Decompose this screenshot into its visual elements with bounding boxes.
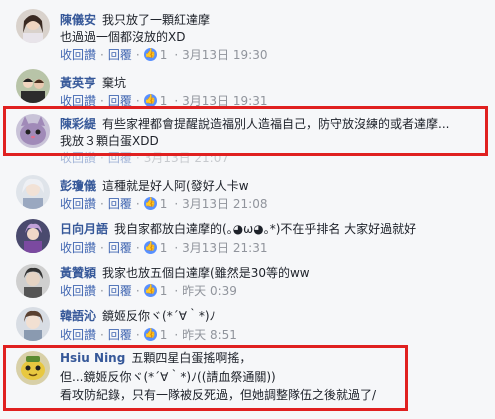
- author-name[interactable]: 陳彩緹: [60, 117, 96, 131]
- like-count[interactable]: 1: [160, 284, 168, 298]
- author-name[interactable]: 陳儀安: [60, 13, 96, 27]
- like-count[interactable]: 1: [160, 48, 168, 62]
- comment: 黃贊穎我家也放五個白達摩(雖然是30等的ww 收回讚·回覆·1·昨天 0:39: [0, 260, 495, 305]
- like-icon: [143, 46, 157, 62]
- author-name[interactable]: Hsiu Ning: [60, 351, 125, 365]
- comment-text: 黃贊穎 我家也放五個白達摩(雖然是30等的ww: [60, 266, 310, 280]
- timestamp[interactable]: 昨天 0:39: [182, 284, 237, 298]
- avatar[interactable]: [16, 264, 50, 298]
- avatar[interactable]: [16, 9, 50, 43]
- comment-text: 黃英亨 棄坑: [60, 76, 127, 90]
- timestamp[interactable]: 3月13日 19:30: [182, 48, 267, 62]
- author-name[interactable]: 黃英亨: [60, 76, 96, 90]
- like-count[interactable]: 1: [160, 197, 168, 211]
- avatar[interactable]: [16, 175, 50, 209]
- author-name[interactable]: 韓語沁: [60, 309, 96, 323]
- unlike-link[interactable]: 收回讚: [60, 328, 96, 342]
- comment: 陳彩緹 有些家裡都會提醒說造福別人造福自己，防守放沒練的或者達摩... 我放３顆白…: [0, 107, 495, 167]
- reply-link[interactable]: 回覆: [108, 151, 132, 165]
- timestamp[interactable]: 昨天 8:51: [182, 328, 237, 342]
- like-icon: [143, 92, 157, 108]
- comment-text: 韓語沁 鏡姬反你ヾ(*´∀｀*)ﾉ: [60, 309, 216, 323]
- comment-text: 陳儀安 我只放了一顆紅達摩: [60, 13, 211, 27]
- comment: 韓語沁鏡姬反你ヾ(*´∀｀*)ﾉ 收回讚·回覆·1·昨天 8:51: [0, 303, 495, 343]
- like-count[interactable]: 1: [160, 328, 168, 342]
- like-icon: [143, 195, 157, 211]
- reply-link[interactable]: 回覆: [108, 328, 132, 342]
- comment-text-line: 也過過一個都沒放的XD: [60, 30, 186, 44]
- comment-text-line: 看攻防紀錄，只有一隊被反死過，但她調整隊伍之後就過了/: [60, 388, 377, 402]
- reply-link[interactable]: 回覆: [108, 241, 132, 255]
- unlike-link[interactable]: 收回讚: [60, 48, 96, 62]
- unlike-link[interactable]: 收回讚: [60, 151, 96, 165]
- author-name[interactable]: 黃贊穎: [60, 266, 96, 280]
- unlike-link[interactable]: 收回讚: [60, 94, 96, 108]
- comment-actions: 收回讚·回覆·1·昨天 0:39: [60, 282, 237, 299]
- comment-text: Hsiu Ning 五顆四星白蛋搖啊搖，: [60, 351, 252, 365]
- comment: 彭瓊儀這種就是好人阿(發好人卡w 收回讚·回覆·1·3月13日 21:08: [0, 172, 495, 212]
- unlike-link[interactable]: 收回讚: [60, 197, 96, 211]
- comment-actions: 收回讚 · 回覆 · 3月13日 21:07: [60, 151, 229, 165]
- reply-link[interactable]: 回覆: [108, 197, 132, 211]
- unlike-link[interactable]: 收回讚: [60, 284, 96, 298]
- author-name[interactable]: 彭瓊儀: [60, 179, 96, 193]
- avatar[interactable]: [16, 114, 50, 148]
- comment-text: 日向月語 我自家都放白達摩的(｡◕ω◕｡*)不在乎排名 大家好過就好: [60, 222, 417, 236]
- avatar[interactable]: [16, 219, 50, 253]
- comment-actions: 收回讚·回覆·1·昨天 8:51: [60, 326, 237, 343]
- reply-link[interactable]: 回覆: [108, 284, 132, 298]
- like-count[interactable]: 1: [160, 94, 168, 108]
- like-icon: [143, 239, 157, 255]
- comment-text-line: 我放３顆白蛋XDD: [60, 134, 159, 148]
- comment-actions: 收回讚·回覆·1·3月13日 19:30: [60, 46, 267, 63]
- unlike-link[interactable]: 收回讚: [60, 241, 96, 255]
- comment: 陳儀安我只放了一顆紅達摩 也過過一個都沒放的XD 收回讚·回覆·1·3月13日 …: [0, 0, 495, 70]
- like-count[interactable]: 1: [160, 241, 168, 255]
- comment: 黃英亨棄坑 收回讚·回覆·1·3月13日 19:31: [0, 66, 495, 108]
- comment-text: 彭瓊儀 這種就是好人阿(發好人卡w: [60, 179, 249, 193]
- like-icon: [143, 282, 157, 298]
- comment-text-line: 但...鏡姬反你ヾ(*´∀｀*)ﾉ((請血祭通關)): [60, 370, 276, 384]
- avatar[interactable]: [16, 307, 50, 341]
- avatar[interactable]: [16, 69, 50, 103]
- comment: Hsiu Ning 五顆四星白蛋搖啊搖， 但...鏡姬反你ヾ(*´∀｀*)ﾉ((請…: [0, 345, 495, 419]
- timestamp[interactable]: 3月13日 21:31: [182, 241, 267, 255]
- comment: 日向月語 我自家都放白達摩的(｡◕ω◕｡*)不在乎排名 大家好過就好 收回讚 · 回覆…: [0, 216, 495, 261]
- comment-actions: 收回讚·回覆·1·3月13日 21:31: [60, 239, 267, 256]
- timestamp[interactable]: 3月13日 21:08: [182, 197, 267, 211]
- reply-link[interactable]: 回覆: [108, 94, 132, 108]
- avatar[interactable]: [16, 351, 50, 385]
- timestamp[interactable]: 3月13日 21:07: [144, 151, 229, 165]
- reply-link[interactable]: 回覆: [108, 48, 132, 62]
- author-name[interactable]: 日向月語: [60, 222, 108, 236]
- timestamp[interactable]: 3月13日 19:31: [182, 94, 267, 108]
- like-icon: [143, 326, 157, 342]
- comment-text: 陳彩緹 有些家裡都會提醒說造福別人造福自己，防守放沒練的或者達摩...: [60, 117, 450, 131]
- comment-actions: 收回讚·回覆·1·3月13日 21:08: [60, 195, 267, 212]
